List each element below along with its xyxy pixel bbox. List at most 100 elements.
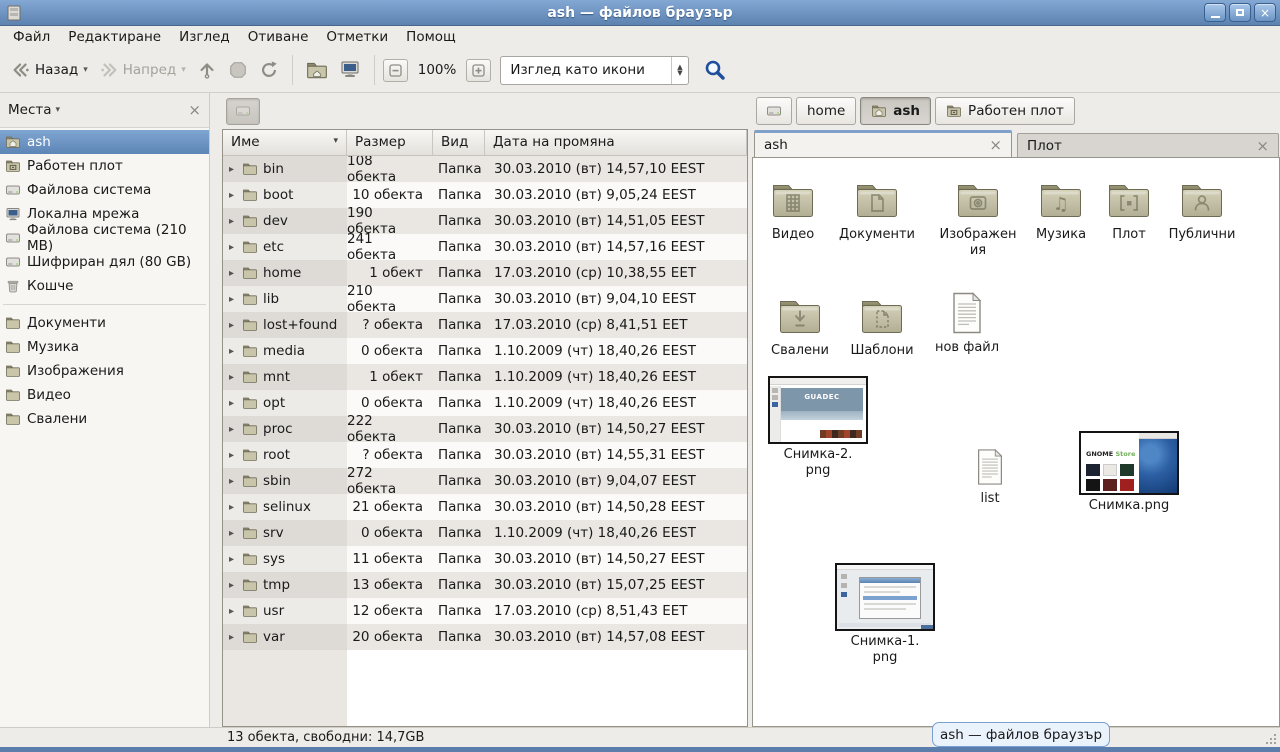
expander-icon[interactable]: ▸: [226, 346, 237, 357]
tab-close-icon[interactable]: ×: [1256, 137, 1269, 155]
expander-icon[interactable]: ▸: [226, 190, 237, 201]
expander-icon[interactable]: ▸: [226, 528, 237, 539]
expander-icon[interactable]: ▸: [226, 554, 237, 565]
expander-icon[interactable]: ▸: [226, 580, 237, 591]
expander-icon[interactable]: ▸: [226, 450, 237, 461]
expander-icon[interactable]: ▸: [226, 476, 237, 487]
expander-icon[interactable]: ▸: [226, 632, 237, 643]
search-button[interactable]: [700, 55, 730, 85]
table-row[interactable]: ▸selinux21 обектаПапка30.03.2010 (вт) 14…: [223, 494, 747, 520]
sidebar-item[interactable]: Изображения: [0, 359, 209, 383]
home-button[interactable]: [301, 55, 333, 85]
forward-button[interactable]: Напред ▾: [94, 55, 191, 85]
column-header-3[interactable]: Дата на промяна: [485, 130, 747, 155]
tab-close-icon[interactable]: ×: [989, 136, 1002, 154]
expander-icon[interactable]: ▸: [226, 268, 237, 279]
file-item[interactable]: нов файл: [927, 289, 1007, 356]
close-button[interactable]: ×: [1254, 3, 1276, 22]
table-row[interactable]: ▸lost+found? обектаПапка17.03.2010 (ср) …: [223, 312, 747, 338]
expander-icon[interactable]: ▸: [226, 242, 237, 253]
expander-icon[interactable]: ▸: [226, 164, 237, 175]
table-row[interactable]: ▸sbin272 обектаПапка30.03.2010 (вт) 9,04…: [223, 468, 747, 494]
minimize-button[interactable]: [1204, 3, 1226, 22]
table-row[interactable]: ▸srv0 обектаПапка1.10.2009 (чт) 18,40,26…: [223, 520, 747, 546]
view-mode-select[interactable]: Изглед като икони ▲▼: [500, 56, 689, 85]
sidebar-item[interactable]: ash: [0, 130, 209, 154]
pane-splitter[interactable]: [210, 93, 222, 727]
menu-item-4[interactable]: Отиване: [239, 27, 318, 47]
sidebar-item[interactable]: Видео: [0, 383, 209, 407]
reload-button[interactable]: [254, 55, 284, 85]
path-button-root[interactable]: [756, 97, 792, 125]
expander-icon[interactable]: ▸: [226, 372, 237, 383]
menu-item-3[interactable]: Изглед: [170, 27, 239, 47]
sidebar-mode-caret[interactable]: ▾: [56, 105, 61, 115]
expander-icon[interactable]: ▸: [226, 606, 237, 617]
sidebar-close-icon[interactable]: ×: [188, 101, 201, 119]
sidebar-item[interactable]: Шифриран дял (80 GB): [0, 250, 209, 274]
taskbar-window-button[interactable]: ash — файлов браузър: [932, 722, 1110, 747]
title-bar[interactable]: ash — файлов браузър ×: [0, 0, 1280, 26]
computer-button[interactable]: [334, 55, 366, 85]
forward-history-caret[interactable]: ▾: [181, 65, 186, 75]
table-row[interactable]: ▸mnt1 обектПапка1.10.2009 (чт) 18,40,26 …: [223, 364, 747, 390]
sidebar-item[interactable]: Работен плот: [0, 154, 209, 178]
menu-item-2[interactable]: Редактиране: [59, 27, 170, 47]
zoom-out-button[interactable]: [383, 59, 408, 82]
tab-ash[interactable]: ash×: [754, 130, 1012, 157]
maximize-button[interactable]: [1229, 3, 1251, 22]
expander-icon[interactable]: ▸: [226, 294, 237, 305]
menu-item-6[interactable]: Помощ: [397, 27, 465, 47]
expander-icon[interactable]: ▸: [226, 216, 237, 227]
back-history-caret[interactable]: ▾: [83, 65, 88, 75]
file-item[interactable]: GUADECСнимка-2. png: [763, 376, 873, 478]
column-header-2[interactable]: Вид: [433, 130, 485, 155]
expander-icon[interactable]: ▸: [226, 424, 237, 435]
table-row[interactable]: ▸lib210 обектаПапка30.03.2010 (вт) 9,04,…: [223, 286, 747, 312]
table-row[interactable]: ▸root? обектаПапка30.03.2010 (вт) 14,55,…: [223, 442, 747, 468]
folder-item[interactable]: Свалени: [760, 292, 840, 359]
folder-item[interactable]: Плот: [1089, 176, 1169, 243]
file-item[interactable]: GNOME StoreСнимка.png: [1074, 431, 1184, 514]
sidebar-item[interactable]: Музика: [0, 335, 209, 359]
table-row[interactable]: ▸tmp13 обектаПапка30.03.2010 (вт) 15,07,…: [223, 572, 747, 598]
folder-item[interactable]: Шаблони: [842, 292, 922, 359]
file-item[interactable]: list: [950, 446, 1030, 507]
table-row[interactable]: ▸opt0 обектаПапка1.10.2009 (чт) 18,40,26…: [223, 390, 747, 416]
folder-item[interactable]: Изображен ия: [935, 176, 1021, 258]
back-button[interactable]: Назад ▾: [6, 55, 93, 85]
table-row[interactable]: ▸etc241 обектаПапка30.03.2010 (вт) 14,57…: [223, 234, 747, 260]
root-location-button[interactable]: [226, 98, 260, 125]
column-header-1[interactable]: Размер: [347, 130, 433, 155]
up-button[interactable]: [192, 55, 222, 85]
resize-grip[interactable]: [1263, 731, 1277, 745]
table-row[interactable]: ▸sys11 обектаПапка30.03.2010 (вт) 14,50,…: [223, 546, 747, 572]
table-row[interactable]: ▸dev190 обектаПапка30.03.2010 (вт) 14,51…: [223, 208, 747, 234]
table-row[interactable]: ▸bin108 обектаПапка30.03.2010 (вт) 14,57…: [223, 156, 747, 182]
sidebar-title[interactable]: Места: [8, 102, 52, 118]
file-item[interactable]: Снимка-1. png: [830, 563, 940, 665]
menu-item-5[interactable]: Отметки: [317, 27, 397, 47]
expander-icon[interactable]: ▸: [226, 398, 237, 409]
table-row[interactable]: ▸boot10 обектаПапка30.03.2010 (вт) 9,05,…: [223, 182, 747, 208]
column-header-0[interactable]: Име▾: [223, 130, 347, 155]
path-button-ash[interactable]: ash: [860, 97, 931, 125]
path-button-Работен плот[interactable]: Работен плот: [935, 97, 1075, 125]
menu-item-1[interactable]: Файл: [4, 27, 59, 47]
expander-icon[interactable]: ▸: [226, 502, 237, 513]
stop-button[interactable]: [223, 55, 253, 85]
table-row[interactable]: ▸home1 обектПапка17.03.2010 (ср) 10,38,5…: [223, 260, 747, 286]
sidebar-item[interactable]: Файлова система: [0, 178, 209, 202]
table-row[interactable]: ▸usr12 обектаПапка17.03.2010 (ср) 8,51,4…: [223, 598, 747, 624]
table-row[interactable]: ▸var20 обектаПапка30.03.2010 (вт) 14,57,…: [223, 624, 747, 650]
icon-view[interactable]: ВидеоДокументиИзображен ия♫МузикаПлотПуб…: [752, 157, 1280, 727]
folder-item[interactable]: Публични: [1162, 176, 1242, 243]
zoom-in-button[interactable]: [466, 59, 491, 82]
sidebar-item[interactable]: Кошче: [0, 274, 209, 298]
table-row[interactable]: ▸proc222 обектаПапка30.03.2010 (вт) 14,5…: [223, 416, 747, 442]
expander-icon[interactable]: ▸: [226, 320, 237, 331]
sidebar-item[interactable]: Свалени: [0, 407, 209, 431]
sidebar-item[interactable]: Файлова система (210 MB): [0, 226, 209, 250]
tab-Плот[interactable]: Плот×: [1017, 133, 1279, 157]
table-row[interactable]: ▸media0 обектаПапка1.10.2009 (чт) 18,40,…: [223, 338, 747, 364]
